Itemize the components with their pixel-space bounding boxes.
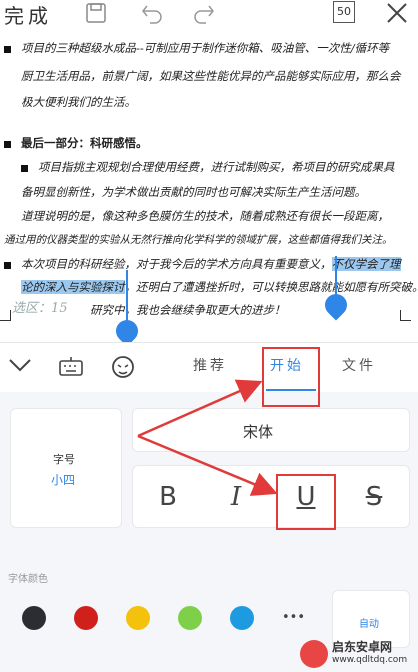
- watermark-brand: 启东安卓网: [332, 640, 393, 654]
- watermark-url: www.qdltdq.com: [332, 655, 408, 665]
- watermark-logo: [300, 640, 328, 668]
- annotation-arrows: [137, 379, 278, 496]
